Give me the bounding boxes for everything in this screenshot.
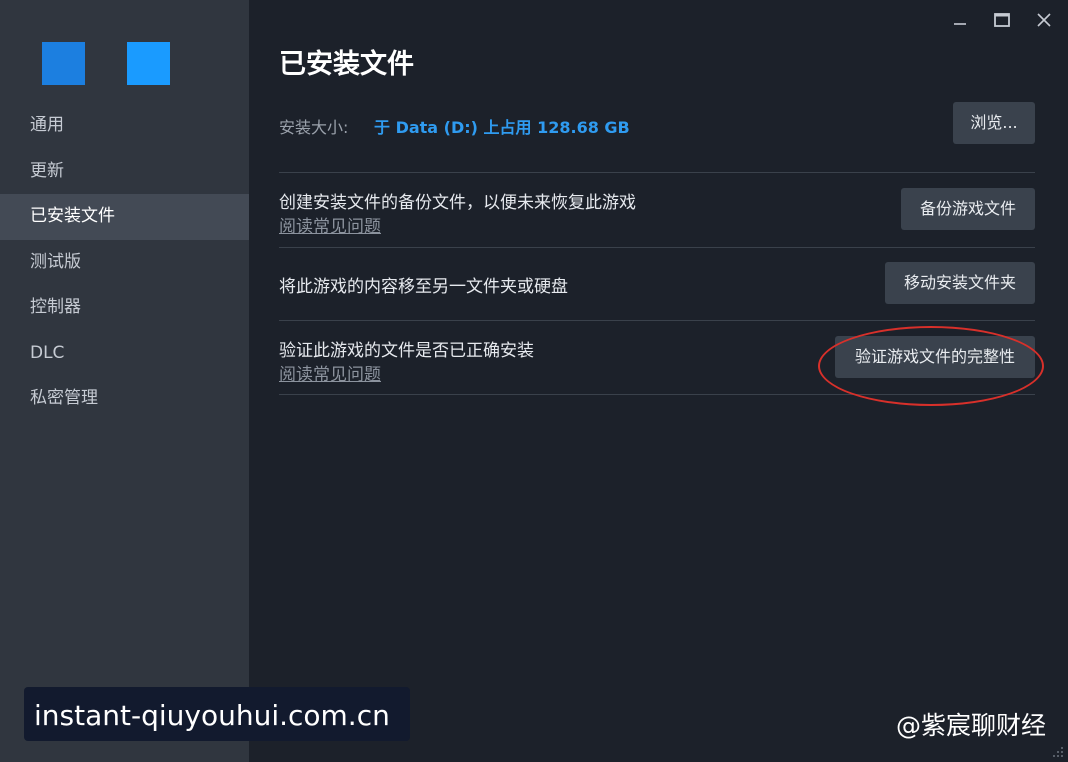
window-controls — [948, 8, 1056, 32]
sidebar-nav: 通用 更新 已安装文件 测试版 控制器 DLC 私密管理 — [0, 103, 249, 422]
game-icon-left — [42, 42, 85, 85]
sidebar-item-privacy[interactable]: 私密管理 — [0, 376, 249, 422]
backup-faq-link[interactable]: 阅读常见问题 — [279, 212, 381, 237]
install-size-label: 安装大小: — [279, 118, 349, 137]
sidebar: 通用 更新 已安装文件 测试版 控制器 DLC 私密管理 — [0, 0, 249, 762]
browse-button[interactable]: 浏览... — [953, 102, 1035, 144]
sidebar-item-updates[interactable]: 更新 — [0, 149, 249, 195]
move-install-folder-button[interactable]: 移动安装文件夹 — [885, 262, 1035, 304]
backup-description: 创建安装文件的备份文件，以便未来恢复此游戏 — [279, 193, 636, 213]
backup-game-files-button[interactable]: 备份游戏文件 — [901, 188, 1035, 230]
close-icon[interactable] — [1032, 8, 1056, 32]
resize-grip-icon[interactable] — [1052, 746, 1064, 758]
sidebar-item-controller[interactable]: 控制器 — [0, 285, 249, 331]
verify-faq-link[interactable]: 阅读常见问题 — [279, 360, 381, 385]
verify-row: 验证此游戏的文件是否已正确安装 阅读常见问题 验证游戏文件的完整性 — [279, 321, 1035, 395]
verify-description: 验证此游戏的文件是否已正确安装 — [279, 341, 534, 361]
move-row: 将此游戏的内容移至另一文件夹或硬盘 移动安装文件夹 — [279, 247, 1035, 321]
game-icon-right — [127, 42, 170, 85]
verify-game-files-button[interactable]: 验证游戏文件的完整性 — [835, 336, 1035, 378]
minimize-icon[interactable] — [948, 8, 972, 32]
watermark-left-box: instant-qiuyouhui.com.cn — [24, 687, 410, 741]
watermark-left-text: instant-qiuyouhui.com.cn — [34, 699, 390, 732]
sidebar-item-installed-files[interactable]: 已安装文件 — [0, 194, 249, 240]
sidebar-item-dlc[interactable]: DLC — [0, 331, 249, 377]
watermark-right-text: @紫宸聊财经 — [895, 711, 1046, 740]
move-description: 将此游戏的内容移至另一文件夹或硬盘 — [279, 277, 568, 297]
sidebar-item-general[interactable]: 通用 — [0, 103, 249, 149]
install-size-value: 于 Data (D:) 上占用 128.68 GB — [374, 118, 630, 137]
install-size-row: 安装大小: 于 Data (D:) 上占用 128.68 GB 浏览... — [279, 102, 1035, 144]
backup-row: 创建安装文件的备份文件，以便未来恢复此游戏 阅读常见问题 备份游戏文件 — [279, 172, 1035, 248]
steam-properties-window: 通用 更新 已安装文件 测试版 控制器 DLC 私密管理 已安装文件 安装大小:… — [0, 0, 1068, 762]
sidebar-item-betas[interactable]: 测试版 — [0, 240, 249, 286]
maximize-icon[interactable] — [990, 8, 1014, 32]
page-title: 已安装文件 — [279, 49, 414, 80]
